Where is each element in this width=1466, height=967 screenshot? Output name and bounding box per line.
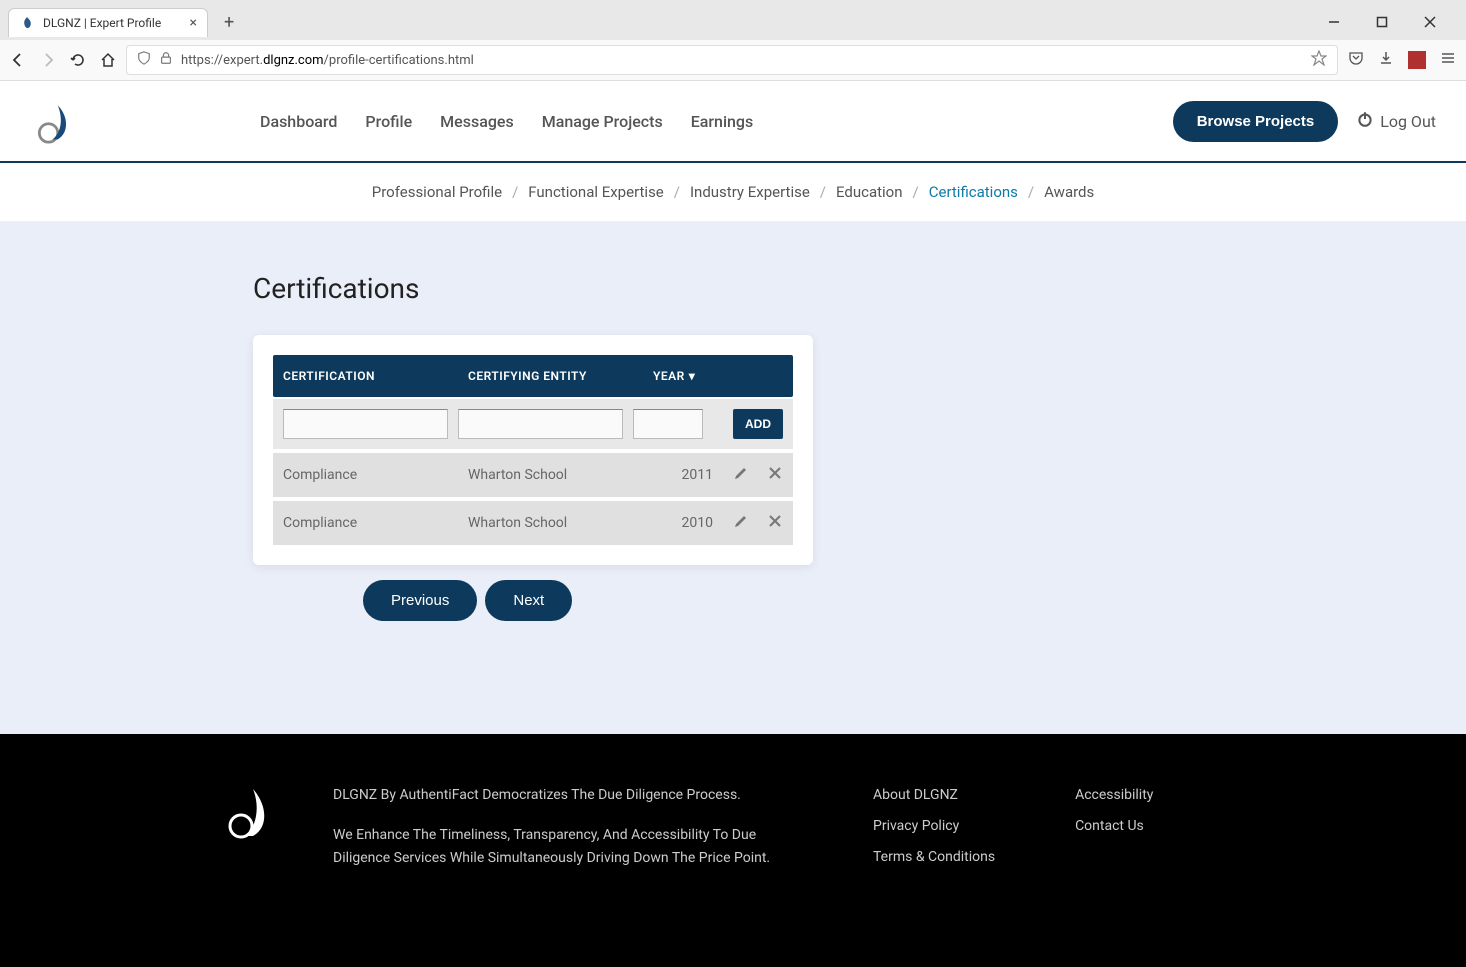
footer-logo [223, 784, 273, 844]
extension-icon[interactable] [1408, 51, 1426, 69]
breadcrumb: Professional Profile / Functional Expert… [0, 163, 1466, 222]
header-entity: CERTIFYING ENTITY [468, 369, 653, 383]
add-button[interactable]: ADD [733, 409, 783, 439]
site-header: Dashboard Profile Messages Manage Projec… [0, 81, 1466, 163]
footer-link-terms[interactable]: Terms & Conditions [873, 849, 995, 865]
delete-icon[interactable] [767, 465, 783, 485]
previous-button[interactable]: Previous [363, 580, 477, 621]
nav-manage-projects[interactable]: Manage Projects [542, 112, 663, 131]
home-button[interactable] [100, 52, 116, 68]
page-title: Certifications [253, 272, 1213, 305]
tab-bar: DLGNZ | Expert Profile × + [0, 0, 1466, 40]
footer-link-about[interactable]: About DLGNZ [873, 787, 958, 803]
footer-links: About DLGNZ Privacy Policy Terms & Condi… [873, 784, 1153, 887]
back-button[interactable] [10, 52, 26, 68]
cell-entity: Wharton School [468, 515, 653, 531]
footer-line1: DLGNZ By AuthentiFact Democratizes The D… [333, 784, 813, 806]
footer-link-privacy[interactable]: Privacy Policy [873, 818, 959, 834]
certifications-card: CERTIFICATION CERTIFYING ENTITY YEAR ▾ [253, 335, 813, 565]
maximize-button[interactable] [1362, 7, 1402, 37]
year-input[interactable] [633, 409, 703, 439]
breadcrumb-functional-expertise[interactable]: Functional Expertise [528, 183, 664, 201]
new-tab-button[interactable]: + [216, 8, 242, 37]
url-text: https://expert.dlgnz.com/profile-certifi… [181, 53, 1303, 68]
nav-dashboard[interactable]: Dashboard [260, 112, 337, 131]
main-nav: Dashboard Profile Messages Manage Projec… [260, 112, 753, 131]
browser-tab[interactable]: DLGNZ | Expert Profile × [8, 8, 208, 37]
window-controls [1314, 7, 1458, 37]
header-year[interactable]: YEAR ▾ [653, 369, 723, 383]
input-row: ADD [273, 399, 793, 449]
header-certification: CERTIFICATION [283, 369, 468, 383]
cell-certification: Compliance [283, 467, 468, 483]
certifications-table: CERTIFICATION CERTIFYING ENTITY YEAR ▾ [273, 355, 793, 545]
table-row: Compliance Wharton School 2011 [273, 453, 793, 497]
browse-projects-button[interactable]: Browse Projects [1173, 101, 1339, 142]
next-button[interactable]: Next [485, 580, 572, 621]
tab-favicon [19, 15, 35, 31]
certification-input[interactable] [283, 409, 448, 439]
nav-earnings[interactable]: Earnings [691, 112, 754, 131]
pocket-icon[interactable] [1348, 50, 1364, 70]
page-viewport: Dashboard Profile Messages Manage Projec… [0, 81, 1466, 967]
reload-button[interactable] [70, 52, 86, 68]
logout-link[interactable]: Log Out [1356, 110, 1436, 132]
table-header: CERTIFICATION CERTIFYING ENTITY YEAR ▾ [273, 355, 793, 397]
lock-icon [159, 51, 173, 69]
power-icon [1356, 110, 1374, 132]
entity-input[interactable] [458, 409, 623, 439]
breadcrumb-certifications[interactable]: Certifications [929, 183, 1018, 201]
footer-link-contact[interactable]: Contact Us [1075, 818, 1144, 834]
edit-icon[interactable] [733, 465, 749, 485]
breadcrumb-professional-profile[interactable]: Professional Profile [372, 183, 502, 201]
breadcrumb-industry-expertise[interactable]: Industry Expertise [690, 183, 810, 201]
downloads-icon[interactable] [1378, 50, 1394, 70]
bookmark-icon[interactable] [1311, 50, 1327, 70]
forward-button[interactable] [40, 52, 56, 68]
nav-profile[interactable]: Profile [365, 112, 412, 131]
close-window-button[interactable] [1410, 7, 1450, 37]
footer: DLGNZ By AuthentiFact Democratizes The D… [0, 734, 1466, 967]
minimize-button[interactable] [1314, 7, 1354, 37]
site-logo[interactable] [30, 96, 80, 146]
footer-description: DLGNZ By AuthentiFact Democratizes The D… [333, 784, 813, 887]
tab-close-icon[interactable]: × [190, 15, 197, 31]
logout-label: Log Out [1380, 112, 1436, 131]
footer-link-accessibility[interactable]: Accessibility [1075, 787, 1153, 803]
delete-icon[interactable] [767, 513, 783, 533]
menu-icon[interactable] [1440, 50, 1456, 70]
footer-line2: We Enhance The Timeliness, Transparency,… [333, 824, 813, 869]
content-area: Certifications CERTIFICATION CERTIFYING … [0, 222, 1466, 734]
breadcrumb-awards[interactable]: Awards [1044, 183, 1094, 201]
edit-icon[interactable] [733, 513, 749, 533]
breadcrumb-education[interactable]: Education [836, 183, 903, 201]
cell-entity: Wharton School [468, 467, 653, 483]
shield-icon [137, 51, 151, 69]
tab-title: DLGNZ | Expert Profile [43, 16, 182, 30]
cell-certification: Compliance [283, 515, 468, 531]
sort-desc-icon: ▾ [689, 369, 696, 383]
nav-messages[interactable]: Messages [440, 112, 514, 131]
cell-year: 2010 [653, 515, 723, 531]
pager: Previous Next [363, 580, 1213, 621]
browser-toolbar: https://expert.dlgnz.com/profile-certifi… [0, 40, 1466, 80]
browser-chrome: DLGNZ | Expert Profile × + https://exper… [0, 0, 1466, 81]
cell-year: 2011 [653, 467, 723, 483]
table-row: Compliance Wharton School 2010 [273, 501, 793, 545]
url-bar[interactable]: https://expert.dlgnz.com/profile-certifi… [126, 45, 1338, 75]
